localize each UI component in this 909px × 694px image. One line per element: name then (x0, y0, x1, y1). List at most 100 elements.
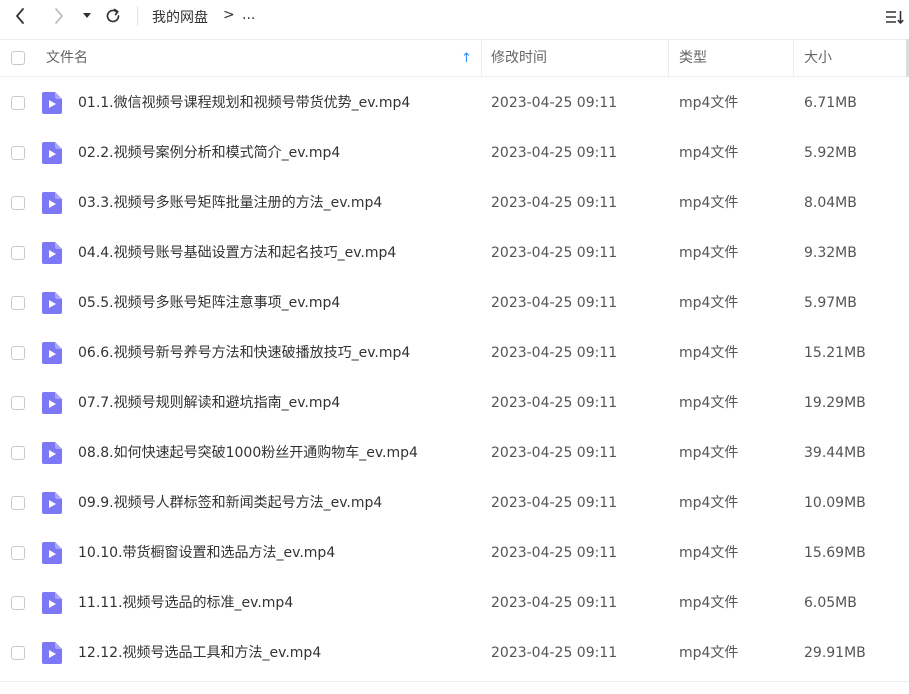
row-checkbox[interactable] (11, 596, 25, 610)
video-file-icon (42, 192, 62, 214)
select-all-checkbox[interactable] (11, 51, 25, 65)
file-size: 39.44MB (804, 445, 866, 461)
file-type: mp4文件 (679, 495, 739, 511)
file-modified-time: 2023-04-25 09:11 (491, 145, 618, 161)
file-type: mp4文件 (679, 595, 739, 611)
video-file-icon (42, 642, 62, 664)
file-modified-time: 2023-04-25 09:11 (491, 545, 618, 561)
file-name[interactable]: 12.12.视频号选品工具和方法_ev.mp4 (78, 628, 321, 678)
row-checkbox[interactable] (11, 96, 25, 110)
file-name[interactable]: 01.1.微信视频号课程规划和视频号带货优势_ev.mp4 (78, 78, 410, 128)
file-name[interactable]: 07.7.视频号规则解读和避坑指南_ev.mp4 (78, 378, 340, 428)
sort-arrow-icon[interactable]: ↑ (461, 40, 472, 77)
row-checkbox[interactable] (11, 496, 25, 510)
file-type: mp4文件 (679, 145, 739, 161)
file-size: 15.21MB (804, 345, 866, 361)
list-bottom-divider (0, 681, 909, 682)
row-checkbox[interactable] (11, 446, 25, 460)
table-row[interactable]: 04.4.视频号账号基础设置方法和起名技巧_ev.mp4 2023-04-25 0… (0, 228, 909, 278)
file-modified-time: 2023-04-25 09:11 (491, 395, 618, 411)
table-row[interactable]: 11.11.视频号选品的标准_ev.mp4 2023-04-25 09:11 mp4… (0, 578, 909, 628)
file-type: mp4文件 (679, 195, 739, 211)
table-row[interactable]: 07.7.视频号规则解读和避坑指南_ev.mp4 2023-04-25 09:11… (0, 378, 909, 428)
list-sort-icon[interactable] (884, 6, 906, 28)
forward-icon[interactable] (49, 6, 69, 26)
row-checkbox[interactable] (11, 396, 25, 410)
table-row[interactable]: 10.10.带货橱窗设置和选品方法_ev.mp4 2023-04-25 09:11… (0, 528, 909, 578)
column-header-size[interactable]: 大小 (804, 40, 832, 77)
file-type: mp4文件 (679, 345, 739, 361)
file-modified-time: 2023-04-25 09:11 (491, 495, 618, 511)
file-size: 6.05MB (804, 595, 857, 611)
row-checkbox[interactable] (11, 146, 25, 160)
file-modified-time: 2023-04-25 09:11 (491, 645, 618, 661)
row-checkbox[interactable] (11, 646, 25, 660)
breadcrumb-separator: > (223, 7, 235, 23)
file-size: 19.29MB (804, 395, 866, 411)
file-modified-time: 2023-04-25 09:11 (491, 345, 618, 361)
table-row[interactable]: 02.2.视频号案例分析和模式简介_ev.mp4 2023-04-25 09:11… (0, 128, 909, 178)
file-modified-time: 2023-04-25 09:11 (491, 595, 618, 611)
file-modified-time: 2023-04-25 09:11 (491, 195, 618, 211)
table-row[interactable]: 01.1.微信视频号课程规划和视频号带货优势_ev.mp4 2023-04-25 … (0, 78, 909, 128)
table-row[interactable]: 12.12.视频号选品工具和方法_ev.mp4 2023-04-25 09:11 m… (0, 628, 909, 678)
file-size: 15.69MB (804, 545, 866, 561)
table-row[interactable]: 09.9.视频号人群标签和新闻类起号方法_ev.mp4 2023-04-25 09… (0, 478, 909, 528)
toolbar-divider (137, 6, 138, 26)
video-file-icon (42, 492, 62, 514)
file-size: 5.97MB (804, 295, 857, 311)
refresh-icon[interactable] (102, 5, 124, 27)
table-row[interactable]: 03.3.视频号多账号矩阵批量注册的方法_ev.mp4 2023-04-25 09… (0, 178, 909, 228)
file-modified-time: 2023-04-25 09:11 (491, 295, 618, 311)
row-checkbox[interactable] (11, 196, 25, 210)
file-type: mp4文件 (679, 545, 739, 561)
breadcrumb-more[interactable]: ... (242, 7, 255, 23)
file-type: mp4文件 (679, 245, 739, 261)
column-header-modified[interactable]: 修改时间 (491, 40, 547, 77)
table-header: 文件名 ↑ 修改时间 类型 大小 (0, 39, 909, 77)
video-file-icon (42, 292, 62, 314)
file-name[interactable]: 02.2.视频号案例分析和模式简介_ev.mp4 (78, 128, 340, 178)
file-name[interactable]: 06.6.视频号新号养号方法和快速破播放技巧_ev.mp4 (78, 328, 410, 378)
toolbar: 我的网盘 > ... (0, 0, 909, 34)
caret-down-icon[interactable] (81, 9, 93, 23)
table-row[interactable]: 05.5.视频号多账号矩阵注意事项_ev.mp4 2023-04-25 09:11… (0, 278, 909, 328)
file-type: mp4文件 (679, 295, 739, 311)
file-type: mp4文件 (679, 95, 739, 111)
file-name[interactable]: 04.4.视频号账号基础设置方法和起名技巧_ev.mp4 (78, 228, 396, 278)
row-checkbox[interactable] (11, 296, 25, 310)
file-type: mp4文件 (679, 395, 739, 411)
back-icon[interactable] (10, 6, 30, 26)
file-modified-time: 2023-04-25 09:11 (491, 445, 618, 461)
breadcrumb-root[interactable]: 我的网盘 (152, 7, 208, 27)
video-file-icon (42, 92, 62, 114)
file-size: 9.32MB (804, 245, 857, 261)
file-modified-time: 2023-04-25 09:11 (491, 95, 618, 111)
column-divider[interactable] (793, 40, 794, 77)
file-size: 29.91MB (804, 645, 866, 661)
row-checkbox[interactable] (11, 546, 25, 560)
table-row[interactable]: 06.6.视频号新号养号方法和快速破播放技巧_ev.mp4 2023-04-25 … (0, 328, 909, 378)
video-file-icon (42, 342, 62, 364)
file-name[interactable]: 03.3.视频号多账号矩阵批量注册的方法_ev.mp4 (78, 178, 382, 228)
column-header-type[interactable]: 类型 (679, 40, 707, 77)
file-name[interactable]: 11.11.视频号选品的标准_ev.mp4 (78, 578, 293, 628)
file-name[interactable]: 05.5.视频号多账号矩阵注意事项_ev.mp4 (78, 278, 340, 328)
file-name[interactable]: 08.8.如何快速起号突破1000粉丝开通购物车_ev.mp4 (78, 428, 418, 478)
row-checkbox[interactable] (11, 246, 25, 260)
column-divider[interactable] (668, 40, 669, 77)
table-row[interactable]: 08.8.如何快速起号突破1000粉丝开通购物车_ev.mp4 2023-04-2… (0, 428, 909, 478)
column-divider[interactable] (481, 40, 482, 77)
column-header-name[interactable]: 文件名 (46, 40, 88, 77)
file-size: 8.04MB (804, 195, 857, 211)
file-type: mp4文件 (679, 445, 739, 461)
file-size: 6.71MB (804, 95, 857, 111)
row-checkbox[interactable] (11, 346, 25, 360)
video-file-icon (42, 592, 62, 614)
file-modified-time: 2023-04-25 09:11 (491, 245, 618, 261)
file-size: 10.09MB (804, 495, 866, 511)
file-name[interactable]: 10.10.带货橱窗设置和选品方法_ev.mp4 (78, 528, 335, 578)
video-file-icon (42, 542, 62, 564)
file-type: mp4文件 (679, 645, 739, 661)
file-name[interactable]: 09.9.视频号人群标签和新闻类起号方法_ev.mp4 (78, 478, 382, 528)
